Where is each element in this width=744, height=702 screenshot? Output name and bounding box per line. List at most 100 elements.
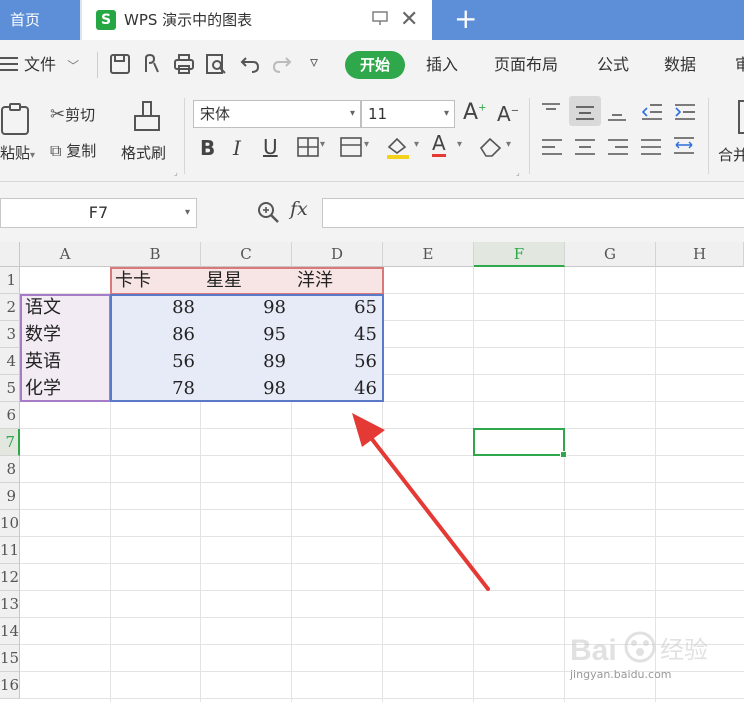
copy-button[interactable]: ⧉ 复制 (50, 140, 96, 161)
row-header-6[interactable]: 6 (0, 402, 20, 429)
paste-icon[interactable] (0, 102, 34, 136)
distribute-icon[interactable] (673, 136, 695, 156)
font-size-value: 11 (368, 105, 388, 123)
clear-format-icon[interactable] (478, 136, 504, 158)
chevron-down-icon[interactable]: ▾ (506, 139, 511, 150)
font-size-select[interactable]: 11 ▾ (361, 100, 455, 128)
row-gridline (20, 509, 744, 510)
chevron-down-icon[interactable]: ▾ (414, 139, 419, 150)
row-header-3[interactable]: 3 (0, 321, 20, 348)
chevron-down-icon[interactable]: ▾ (457, 139, 462, 150)
row-header-13[interactable]: 13 (0, 591, 20, 618)
merge-cells-label[interactable]: 合并 (718, 144, 744, 165)
column-header-e[interactable]: E (383, 242, 474, 267)
column-header-h[interactable]: H (656, 242, 744, 267)
tab-review[interactable]: 审 (735, 40, 744, 90)
fill-color-icon[interactable] (385, 135, 411, 159)
borders-icon[interactable] (297, 137, 319, 157)
align-right-icon[interactable] (607, 138, 629, 156)
column-header-a[interactable]: A (20, 242, 111, 267)
pin-icon[interactable] (372, 11, 388, 25)
divider (97, 52, 98, 78)
tab-home[interactable]: 首页 (0, 0, 80, 40)
tab-document[interactable]: S WPS 演示中的图表 ✕ (82, 0, 432, 40)
row-header-12[interactable]: 12 (0, 564, 20, 591)
decrease-indent-icon[interactable] (641, 102, 663, 122)
font-name-select[interactable]: 宋体 ▾ (193, 100, 361, 128)
formula-input[interactable] (322, 198, 744, 228)
row-header-9[interactable]: 9 (0, 483, 20, 510)
new-tab-button[interactable]: + (454, 2, 477, 36)
save-icon[interactable] (108, 52, 132, 76)
print-preview-icon[interactable] (204, 52, 228, 76)
row-header-14[interactable]: 14 (0, 618, 20, 645)
align-top-icon[interactable] (541, 102, 561, 120)
row-header-7[interactable]: 7 (0, 429, 20, 456)
decrease-font-size-icon[interactable]: A− (497, 102, 519, 126)
cut-label: 剪切 (65, 106, 96, 124)
chevron-down-icon[interactable]: ▾ (320, 139, 325, 150)
chevron-down-icon[interactable]: ▾ (364, 139, 369, 150)
align-left-icon[interactable] (541, 138, 563, 156)
merge-cells-icon[interactable] (738, 100, 744, 134)
tab-page-layout[interactable]: 页面布局 (494, 40, 558, 90)
watermark-url: jingyan.baidu.com (570, 668, 672, 681)
format-painter-icon[interactable] (132, 100, 162, 134)
row-header-16[interactable]: 16 (0, 672, 20, 699)
italic-icon[interactable]: I (233, 136, 241, 160)
row-header-1[interactable]: 1 (0, 267, 20, 294)
row-gridline (20, 320, 744, 321)
print-icon[interactable] (172, 52, 196, 76)
column-header-g[interactable]: G (565, 242, 656, 267)
tab-start[interactable]: 开始 (345, 51, 405, 79)
cell-style-icon[interactable] (340, 137, 362, 157)
tab-formulas[interactable]: 公式 (597, 40, 629, 90)
align-bottom-icon[interactable] (607, 104, 627, 122)
tab-data[interactable]: 数据 (664, 40, 696, 90)
column-header-d[interactable]: D (292, 242, 383, 267)
export-pdf-icon[interactable] (140, 52, 164, 76)
increase-font-size-icon[interactable]: A+ (463, 100, 486, 125)
title-bar: 首页 S WPS 演示中的图表 ✕ + (0, 0, 744, 40)
font-color-icon[interactable]: A (432, 132, 446, 157)
tab-insert[interactable]: 插入 (426, 40, 458, 90)
insert-function-icon[interactable]: fx (290, 198, 308, 220)
paste-label[interactable]: 粘贴▾ (0, 142, 35, 163)
group-expand-icon[interactable]: ⌟ (174, 168, 178, 177)
redo-icon[interactable] (270, 52, 294, 76)
underline-icon[interactable]: U (263, 135, 278, 159)
column-header-c[interactable]: C (201, 242, 292, 267)
zoom-icon[interactable] (256, 200, 280, 224)
copy-icon: ⧉ (50, 141, 62, 160)
row-header-10[interactable]: 10 (0, 510, 20, 537)
customize-quick-access-icon[interactable]: ▿ (310, 52, 318, 71)
close-tab-icon[interactable]: ✕ (400, 6, 418, 34)
row-header-2[interactable]: 2 (0, 294, 20, 321)
name-box[interactable]: F7 ▾ (0, 198, 197, 228)
row-gridline (20, 482, 744, 483)
column-header-f[interactable]: F (474, 242, 565, 267)
row-header-11[interactable]: 11 (0, 537, 20, 564)
align-center-icon[interactable] (574, 138, 596, 156)
align-middle-icon[interactable] (575, 104, 595, 122)
chevron-down-icon: ﹀ (67, 59, 80, 73)
row-header-5[interactable]: 5 (0, 375, 20, 402)
group-expand-icon[interactable]: ⌟ (516, 168, 520, 177)
copy-label: 复制 (66, 142, 97, 160)
row-header-15[interactable]: 15 (0, 645, 20, 672)
select-all-corner[interactable] (0, 242, 20, 267)
row-gridline (20, 293, 744, 294)
row-gridline (20, 698, 744, 699)
increase-indent-icon[interactable] (674, 102, 696, 122)
format-painter-label[interactable]: 格式刷 (121, 142, 166, 163)
justify-icon[interactable] (640, 138, 662, 156)
bold-icon[interactable]: B (200, 136, 215, 160)
column-header-b[interactable]: B (110, 242, 201, 267)
undo-icon[interactable] (238, 52, 262, 76)
cut-button[interactable]: ✂剪切 (50, 104, 95, 125)
row-header-4[interactable]: 4 (0, 348, 20, 375)
row-header-8[interactable]: 8 (0, 456, 20, 483)
column-gridline (382, 267, 383, 702)
column-gridline (291, 267, 292, 702)
file-menu[interactable]: 文件 ﹀ (0, 40, 79, 90)
